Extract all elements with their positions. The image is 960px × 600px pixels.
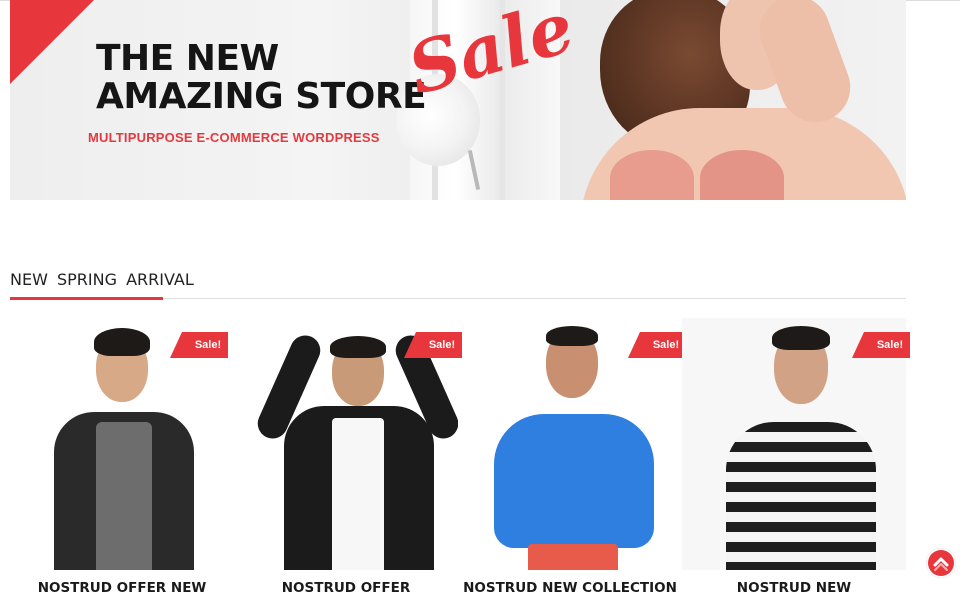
banner-model-image xyxy=(550,0,906,200)
model-garment-right xyxy=(700,150,784,200)
chevron-up-icon xyxy=(933,557,949,571)
product-card[interactable]: Sale! NOSTRUD NEW xyxy=(682,318,910,600)
section-divider-accent xyxy=(10,297,163,300)
banner-headline-line2: AMAZING STORE xyxy=(96,76,427,117)
product-card[interactable]: Sale! NOSTRUD OFFER xyxy=(234,318,462,600)
product-model-figure xyxy=(252,322,458,570)
sport-shirt xyxy=(494,414,654,548)
sale-badge[interactable]: Sale! xyxy=(628,332,686,358)
sale-badge[interactable]: Sale! xyxy=(170,332,228,358)
product-model-figure xyxy=(488,326,658,570)
product-card[interactable]: Sale! NOSTRUD NEW COLLECTION xyxy=(458,318,686,600)
sale-badge[interactable]: Sale! xyxy=(852,332,910,358)
product-grid: Sale! NOSTRUD OFFER NEW Sale! NOSTRUD OF… xyxy=(10,318,910,600)
product-card[interactable]: Sale! NOSTRUD OFFER NEW xyxy=(10,318,234,600)
banner-headline: THE NEW AMAZING STORE xyxy=(96,38,427,117)
hair xyxy=(94,328,150,356)
product-name[interactable]: NOSTRUD NEW xyxy=(682,580,906,596)
banner-subtitle: MULTIPURPOSE E-COMMERCE WORDPRESS xyxy=(88,130,380,145)
product-name[interactable]: NOSTRUD NEW COLLECTION xyxy=(458,580,682,596)
striped-tshirt xyxy=(726,422,876,570)
banner-headline-line1: THE NEW xyxy=(96,38,279,79)
hair xyxy=(772,326,830,350)
corner-ribbon xyxy=(10,0,94,84)
shirt xyxy=(332,418,384,570)
model-garment-left xyxy=(610,150,694,200)
product-name[interactable]: NOSTRUD OFFER xyxy=(234,580,458,596)
product-model-figure xyxy=(722,326,882,570)
product-name[interactable]: NOSTRUD OFFER NEW xyxy=(10,580,234,596)
product-model-figure xyxy=(50,326,200,570)
hair xyxy=(546,326,598,346)
sale-badge[interactable]: Sale! xyxy=(404,332,462,358)
section-title: NEW SPRING ARRIVAL xyxy=(10,270,194,289)
shorts xyxy=(528,544,618,570)
hero-banner[interactable]: THE NEW AMAZING STORE MULTIPURPOSE E-COM… xyxy=(10,0,906,200)
hair xyxy=(330,336,386,358)
scroll-to-top-button[interactable] xyxy=(926,548,956,578)
shirt xyxy=(96,422,152,570)
